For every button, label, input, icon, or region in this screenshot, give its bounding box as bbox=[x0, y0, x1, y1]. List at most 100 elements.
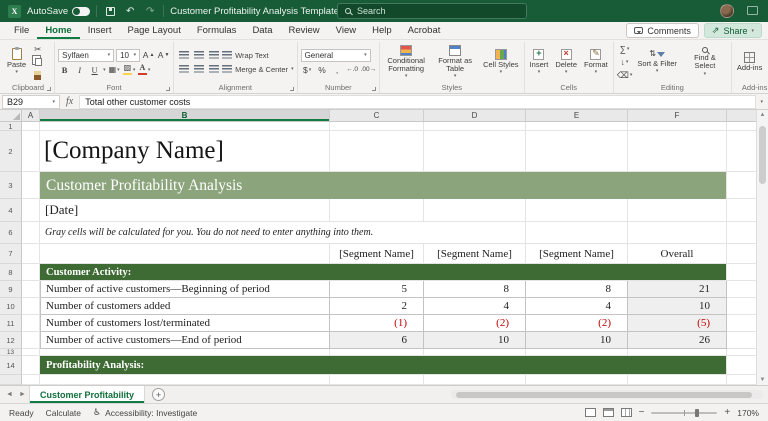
cell-value[interactable]: 8 bbox=[424, 281, 526, 298]
cell-row-label[interactable]: Number of active customers—End of period bbox=[40, 332, 330, 349]
cell[interactable] bbox=[22, 332, 40, 349]
cell[interactable] bbox=[330, 122, 424, 131]
column-header-b[interactable]: B bbox=[40, 110, 330, 121]
row-header-13[interactable]: 13 bbox=[0, 349, 22, 356]
cell[interactable] bbox=[424, 199, 526, 222]
cell[interactable] bbox=[22, 199, 40, 222]
scrollbar-thumb[interactable] bbox=[456, 392, 752, 398]
row-header-4[interactable]: 4 bbox=[0, 199, 22, 222]
row-header-7[interactable]: 7 bbox=[0, 244, 22, 264]
cell[interactable] bbox=[727, 244, 756, 264]
zoom-slider[interactable] bbox=[651, 412, 717, 414]
avatar[interactable] bbox=[720, 4, 734, 18]
align-middle-button[interactable] bbox=[192, 49, 205, 61]
cell-section-profitability-analysis[interactable]: Profitability Analysis: bbox=[40, 356, 727, 375]
tab-acrobat[interactable]: Acrobat bbox=[400, 23, 449, 39]
insert-function-button[interactable]: fx bbox=[64, 96, 75, 107]
select-all-button[interactable] bbox=[0, 110, 22, 121]
decrease-decimal-button[interactable]: .00→ bbox=[361, 64, 377, 76]
cell[interactable] bbox=[424, 122, 526, 131]
format-as-table-button[interactable]: Format as Table ▾ bbox=[432, 44, 478, 81]
undo-button[interactable]: ↶ bbox=[123, 5, 137, 18]
cell[interactable] bbox=[727, 349, 756, 356]
formula-bar-expand-icon[interactable]: ▾ bbox=[760, 99, 766, 105]
insert-cells-button[interactable]: + Insert ▾ bbox=[528, 48, 551, 77]
grow-font-button[interactable]: A▲ bbox=[142, 49, 155, 61]
cell[interactable] bbox=[628, 131, 727, 172]
vertical-scrollbar[interactable]: ▲ ▼ bbox=[756, 110, 768, 385]
cell[interactable] bbox=[526, 349, 628, 356]
cell[interactable] bbox=[330, 131, 424, 172]
bold-button[interactable]: B bbox=[58, 64, 71, 76]
column-header-g[interactable] bbox=[727, 110, 756, 121]
cell[interactable] bbox=[330, 349, 424, 356]
cell[interactable] bbox=[526, 199, 628, 222]
cell-value[interactable]: 4 bbox=[424, 298, 526, 315]
column-header-d[interactable]: D bbox=[424, 110, 526, 121]
zoom-level[interactable]: 170% bbox=[737, 408, 759, 418]
row-header[interactable] bbox=[0, 375, 22, 385]
cell[interactable] bbox=[727, 222, 756, 244]
scroll-up-icon[interactable]: ▲ bbox=[757, 112, 768, 118]
column-header-e[interactable]: E bbox=[526, 110, 628, 121]
cut-button[interactable]: ✂ bbox=[31, 43, 44, 55]
name-box[interactable]: B29 ▾ bbox=[2, 95, 60, 109]
normal-view-button[interactable] bbox=[585, 408, 596, 417]
cell-value-calculated[interactable]: 21 bbox=[628, 281, 727, 298]
sheet-nav-right-icon[interactable]: ► bbox=[16, 391, 29, 398]
align-left-button[interactable] bbox=[177, 63, 190, 75]
cell[interactable] bbox=[22, 244, 40, 264]
sort-filter-button[interactable]: ⇅ Sort & Filter ▾ bbox=[635, 49, 679, 76]
format-painter-button[interactable] bbox=[31, 69, 44, 81]
cell-value-calculated[interactable]: 10 bbox=[526, 332, 628, 349]
tab-data[interactable]: Data bbox=[244, 23, 280, 39]
cell[interactable] bbox=[22, 131, 40, 172]
column-header-c[interactable]: C bbox=[330, 110, 424, 121]
align-bottom-button[interactable] bbox=[207, 49, 220, 61]
align-top-button[interactable] bbox=[177, 49, 190, 61]
tab-formulas[interactable]: Formulas bbox=[189, 23, 245, 39]
tab-file[interactable]: File bbox=[6, 23, 37, 39]
cell-row-label[interactable]: Number of active customers—Beginning of … bbox=[40, 281, 330, 298]
excel-app-icon[interactable]: X bbox=[8, 5, 21, 18]
cell-value-calculated[interactable]: 10 bbox=[628, 298, 727, 315]
cell[interactable] bbox=[22, 281, 40, 298]
row-header-6[interactable]: 6 bbox=[0, 222, 22, 244]
cell-value-calculated[interactable]: (5) bbox=[628, 315, 727, 332]
cell-value-negative[interactable]: (1) bbox=[330, 315, 424, 332]
autosave-toggle[interactable]: AutoSave bbox=[27, 6, 90, 17]
align-center-button[interactable] bbox=[192, 63, 205, 75]
cell[interactable] bbox=[727, 298, 756, 315]
cell[interactable] bbox=[424, 131, 526, 172]
window-control-icon[interactable] bbox=[747, 6, 758, 15]
font-color-button[interactable]: A▾ bbox=[138, 64, 151, 76]
cell-segment-header[interactable]: [Segment Name] bbox=[526, 244, 628, 264]
autosum-button[interactable]: ∑▾ bbox=[617, 43, 633, 55]
percent-button[interactable]: % bbox=[316, 64, 329, 76]
cell-value-calculated[interactable]: 10 bbox=[424, 332, 526, 349]
clear-button[interactable]: ⌫▾ bbox=[617, 69, 633, 81]
cell[interactable] bbox=[727, 264, 756, 281]
cell[interactable] bbox=[22, 222, 40, 244]
formula-input[interactable]: Total other customer costs bbox=[79, 95, 756, 109]
row-header-12[interactable]: 12 bbox=[0, 332, 22, 349]
cell[interactable] bbox=[727, 375, 756, 385]
number-format-select[interactable]: General▾ bbox=[301, 49, 371, 62]
cell-value[interactable]: 8 bbox=[526, 281, 628, 298]
zoom-out-button[interactable]: − bbox=[639, 408, 645, 418]
cell-value-negative[interactable]: (2) bbox=[526, 315, 628, 332]
increase-decimal-button[interactable]: ←.0 bbox=[346, 64, 359, 76]
cell-sheet-title[interactable]: Customer Profitability Analysis bbox=[40, 172, 727, 199]
row-header-11[interactable]: 11 bbox=[0, 315, 22, 332]
cell[interactable] bbox=[727, 281, 756, 298]
cell[interactable] bbox=[22, 264, 40, 281]
font-name-select[interactable]: Sylfaen▾ bbox=[58, 49, 114, 62]
cell[interactable] bbox=[727, 199, 756, 222]
align-right-button[interactable] bbox=[207, 63, 220, 75]
cell[interactable] bbox=[40, 122, 330, 131]
row-header-10[interactable]: 10 bbox=[0, 298, 22, 315]
fill-button[interactable]: ↓▾ bbox=[617, 56, 633, 68]
cell[interactable] bbox=[22, 375, 40, 385]
cell[interactable] bbox=[330, 375, 424, 385]
cell-row-label[interactable]: Number of customers added bbox=[40, 298, 330, 315]
